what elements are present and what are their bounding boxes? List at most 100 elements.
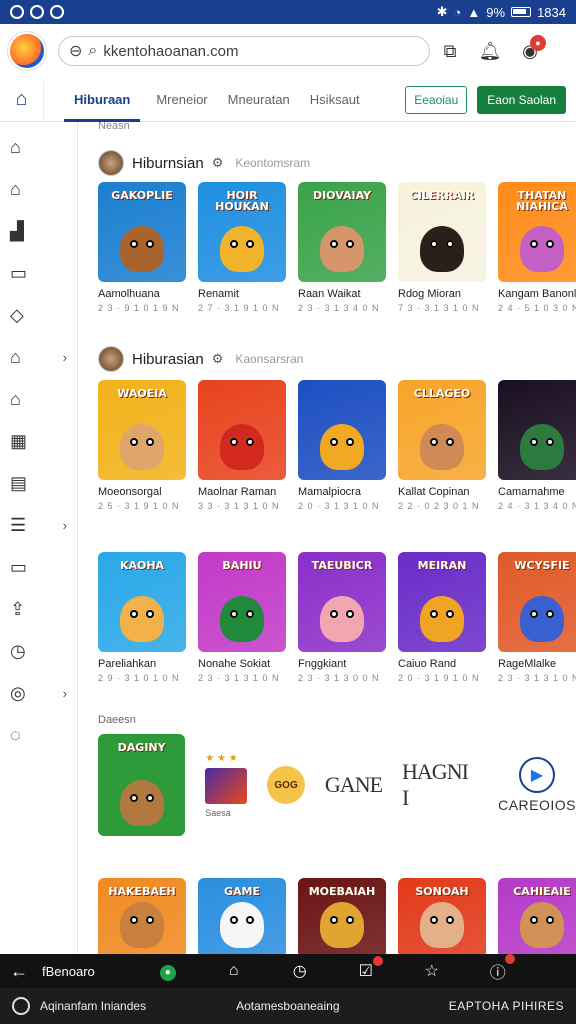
star-icon[interactable]: ☆ bbox=[399, 961, 465, 981]
tab-mneuratan[interactable]: Mneuratan bbox=[218, 78, 300, 122]
sidebar-item-document[interactable]: ▤ bbox=[0, 462, 77, 504]
game-thumbnail[interactable]: DIOVAIAY bbox=[298, 182, 386, 282]
sidebar-item-grid[interactable]: ▦ bbox=[0, 420, 77, 462]
gear-icon[interactable]: ⚙ bbox=[212, 351, 224, 367]
game-card[interactable]: GAME bbox=[198, 878, 286, 954]
game-thumbnail[interactable]: HAKEBAEH bbox=[98, 878, 186, 954]
game-card[interactable]: Mamalpiocra 2 0 · 3 1 3 1 0 N bbox=[298, 380, 386, 511]
game-card[interactable]: KAOHA Pareliahkan 2 9 · 3 1 0 1 0 N bbox=[98, 552, 186, 683]
brand-logo[interactable]: ▶ CAREOIOS bbox=[498, 757, 576, 813]
sidebar-item-check[interactable]: ◌ bbox=[0, 714, 77, 756]
sidebar-item-tag[interactable]: ◇ bbox=[0, 294, 77, 336]
game-card[interactable]: MEIRAN Caiuo Rand 2 0 · 3 1 9 1 0 N bbox=[398, 552, 486, 683]
profile-icon[interactable]: ◉ ● bbox=[510, 34, 550, 62]
game-title[interactable]: Raan Waikat bbox=[298, 288, 386, 300]
game-title[interactable]: Renamit bbox=[198, 288, 286, 300]
game-card[interactable]: GAKOPLIE Aamolhuana 2 3 · 9 1 0 1 9 N bbox=[98, 182, 186, 313]
home-icon[interactable]: ⌂ bbox=[201, 962, 267, 980]
sidebar-item-folder[interactable]: ▭ bbox=[0, 252, 77, 294]
game-thumbnail[interactable]: CLLAGEO bbox=[398, 380, 486, 480]
footer-middle-link[interactable]: Aotamesboaneaing bbox=[236, 999, 339, 1013]
sidebar-item-inbox[interactable]: ⌂ › bbox=[0, 336, 77, 378]
sidebar-item-chat[interactable]: ◎ › bbox=[0, 672, 77, 714]
address-bar[interactable]: ⊖ ⌕ kkentohaoanan.com bbox=[58, 36, 430, 66]
game-title[interactable]: Nonahe Sokiat bbox=[198, 658, 286, 670]
game-thumbnail[interactable]: GAME bbox=[198, 878, 286, 954]
game-title[interactable]: Kallat Copinan bbox=[398, 486, 486, 498]
partner-logo[interactable]: GANE bbox=[325, 772, 383, 798]
game-card[interactable]: THATAN NIAHICA Kangam Banonl 2 4 · 5 1 0 3… bbox=[498, 182, 576, 313]
sidebar-item-list[interactable]: ☰ › bbox=[0, 504, 77, 546]
game-title[interactable]: Kangam Banonl bbox=[498, 288, 576, 300]
avatar[interactable] bbox=[98, 346, 124, 372]
game-thumbnail[interactable]: TAEUBICR bbox=[298, 552, 386, 652]
game-card[interactable]: Camarnahme 2 4 · 3 1 3 4 0 N bbox=[498, 380, 576, 511]
promo-badge[interactable]: GOG bbox=[267, 766, 305, 804]
game-card[interactable]: TAEUBICR Fnggkiant 2 3 · 3 1 3 0 0 N bbox=[298, 552, 386, 683]
game-thumbnail[interactable]: HOIR HOUKAN bbox=[198, 182, 286, 282]
game-thumbnail[interactable] bbox=[298, 380, 386, 480]
game-thumbnail[interactable]: THATAN NIAHICA bbox=[498, 182, 576, 282]
game-thumbnail[interactable]: BAHIU bbox=[198, 552, 286, 652]
nav-label[interactable]: fBenoaro bbox=[42, 964, 95, 979]
game-card[interactable]: CLLAGEO Kallat Copinan 2 2 · 0 2 3 0 1 N bbox=[398, 380, 486, 511]
game-card[interactable]: WAOEIA Moeonsorgal 2 5 · 3 1 9 1 0 N bbox=[98, 380, 186, 511]
footer-left-link[interactable]: Aqinanfam Iniandes bbox=[40, 999, 146, 1013]
sidebar-item-house[interactable]: ⌂ bbox=[0, 378, 77, 420]
gear-icon[interactable]: ⚙ bbox=[212, 155, 224, 171]
game-thumbnail[interactable]: GAKOPLIE bbox=[98, 182, 186, 282]
game-card[interactable]: HAKEBAEH bbox=[98, 878, 186, 954]
game-thumbnail[interactable]: KAOHA bbox=[98, 552, 186, 652]
site-logo[interactable] bbox=[8, 32, 46, 70]
footer-right-link[interactable]: EAPTOHA PIHIRES bbox=[449, 999, 564, 1013]
game-card[interactable]: SONOAH bbox=[398, 878, 486, 954]
tab-mreneior[interactable]: Mreneior bbox=[146, 78, 217, 122]
clock-icon[interactable]: ◷ bbox=[267, 961, 333, 981]
chevron-right-icon[interactable]: › bbox=[63, 686, 67, 701]
game-thumbnail[interactable]: WCYSFIE bbox=[498, 552, 576, 652]
game-card[interactable]: MOEBAIAH bbox=[298, 878, 386, 954]
game-card[interactable]: CAHIEAIE bbox=[498, 878, 576, 954]
sidebar-item-upload[interactable]: ⇪ bbox=[0, 588, 77, 630]
url-text[interactable]: kkentohaoanan.com bbox=[103, 43, 238, 60]
game-card[interactable]: HOIR HOUKAN Renamit 2 7 · 3 1 9 1 0 N bbox=[198, 182, 286, 313]
game-thumbnail[interactable]: WAOEIA bbox=[98, 380, 186, 480]
game-thumbnail[interactable]: CAHIEAIE bbox=[498, 878, 576, 954]
avatar[interactable] bbox=[98, 150, 124, 176]
game-title[interactable]: Camarnahme bbox=[498, 486, 576, 498]
back-circle-icon[interactable]: ⊖ bbox=[69, 41, 82, 61]
secondary-button[interactable]: Eeaoiau bbox=[405, 85, 468, 114]
game-card[interactable]: DIOVAIAY Raan Waikat 2 3 · 3 1 3 4 0 N bbox=[298, 182, 386, 313]
settings-icon[interactable] bbox=[12, 997, 30, 1015]
chevron-right-icon[interactable]: › bbox=[63, 350, 67, 365]
alert-icon[interactable]: ⓘ bbox=[465, 954, 531, 983]
inbox-icon[interactable]: ☑ bbox=[333, 956, 399, 981]
chevron-right-icon[interactable]: › bbox=[63, 518, 67, 533]
game-title[interactable]: Aamolhuana bbox=[98, 288, 186, 300]
game-title[interactable]: Mamalpiocra bbox=[298, 486, 386, 498]
game-card[interactable]: Maolnar Raman 3 3 · 3 1 3 1 0 N bbox=[198, 380, 286, 511]
game-thumbnail[interactable] bbox=[498, 380, 576, 480]
game-thumbnail[interactable]: MEIRAN bbox=[398, 552, 486, 652]
home-icon[interactable]: ⌂ bbox=[0, 77, 44, 122]
game-card[interactable]: WCYSFIE RageMlalke 2 3 · 3 1 3 1 0 N bbox=[498, 552, 576, 683]
primary-button[interactable]: Eaon Saolan bbox=[477, 85, 566, 114]
online-icon[interactable]: ● bbox=[135, 962, 201, 981]
partner-logo[interactable]: HAGNI I bbox=[402, 759, 478, 811]
sidebar-item-clock[interactable]: ◷ bbox=[0, 630, 77, 672]
tab-hiburaan[interactable]: Hiburaan bbox=[64, 78, 141, 122]
game-card[interactable]: BAHIU Nonahe Sokiat 2 3 · 3 1 3 1 0 N bbox=[198, 552, 286, 683]
game-title[interactable]: Caiuo Rand bbox=[398, 658, 486, 670]
game-title[interactable]: Moeonsorgal bbox=[98, 486, 186, 498]
sidebar-item-building[interactable]: ▟ bbox=[0, 210, 77, 252]
sidebar-item-home[interactable]: ⌂ bbox=[0, 126, 77, 168]
game-thumbnail[interactable]: CILERRAIR bbox=[398, 182, 486, 282]
promo-game-thumb[interactable]: DAGINY bbox=[98, 734, 186, 836]
game-thumbnail[interactable]: SONOAH bbox=[398, 878, 486, 954]
tabs-icon[interactable]: ⧉ bbox=[430, 41, 470, 62]
game-title[interactable]: Maolnar Raman bbox=[198, 486, 286, 498]
tab-hsiksaut[interactable]: Hsiksaut bbox=[300, 78, 370, 122]
mini-promo[interactable]: ★ ★ ★ Saesa bbox=[205, 753, 248, 818]
game-title[interactable]: Fnggkiant bbox=[298, 658, 386, 670]
game-title[interactable]: RageMlalke bbox=[498, 658, 576, 670]
